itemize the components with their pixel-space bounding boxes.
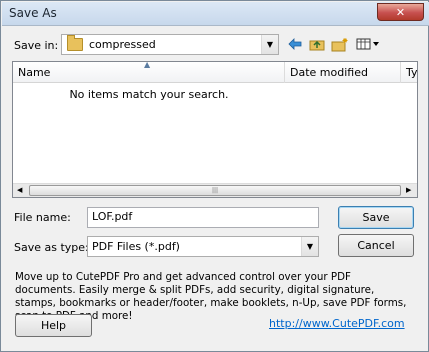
- empty-list-message: No items match your search.: [69, 88, 229, 101]
- new-folder-icon[interactable]: [331, 35, 349, 53]
- view-menu-icon[interactable]: [354, 35, 382, 53]
- column-header-name[interactable]: Name: [13, 62, 285, 83]
- column-header-type[interactable]: Ty: [401, 62, 417, 83]
- save-as-type-label: Save as type:: [14, 241, 89, 254]
- cancel-button[interactable]: Cancel: [338, 234, 414, 257]
- folder-icon: [67, 35, 83, 51]
- scrollbar-thumb[interactable]: |||: [29, 185, 401, 196]
- save-button[interactable]: Save: [338, 206, 414, 229]
- cutepdf-link[interactable]: http://www.CutePDF.com: [269, 317, 405, 330]
- file-name-label: File name:: [14, 211, 71, 224]
- save-as-dialog: Save As ✕ Save in: compressed ▼ ▲ Name D…: [0, 0, 429, 352]
- scroll-right-icon[interactable]: ▶: [406, 186, 411, 194]
- up-folder-icon[interactable]: [308, 35, 326, 53]
- file-list-header: ▲ Name Date modified Ty: [13, 60, 417, 83]
- save-in-value: compressed: [89, 38, 156, 51]
- scroll-grip: |||: [211, 187, 219, 194]
- dialog-title: Save As: [9, 6, 57, 20]
- close-button[interactable]: ✕: [377, 3, 424, 21]
- save-as-type-value: PDF Files (*.pdf): [92, 240, 180, 253]
- save-in-label: Save in:: [14, 39, 59, 52]
- back-icon[interactable]: [286, 35, 304, 53]
- chevron-down-icon[interactable]: ▼: [261, 35, 278, 54]
- save-in-dropdown[interactable]: compressed ▼: [61, 34, 279, 55]
- file-name-input[interactable]: LOF.pdf: [87, 207, 319, 228]
- chevron-down-icon[interactable]: ▼: [301, 237, 318, 256]
- column-header-date-modified[interactable]: Date modified: [285, 62, 401, 83]
- save-as-type-dropdown[interactable]: PDF Files (*.pdf) ▼: [87, 236, 319, 257]
- help-button[interactable]: Help: [15, 314, 92, 337]
- close-icon: ✕: [395, 5, 406, 19]
- file-list[interactable]: ▲ Name Date modified Ty No items match y…: [12, 60, 418, 198]
- title-bar[interactable]: Save As ✕: [2, 2, 429, 26]
- horizontal-scrollbar[interactable]: ◀ ||| ▶: [13, 183, 417, 197]
- scroll-left-icon[interactable]: ◀: [17, 186, 22, 194]
